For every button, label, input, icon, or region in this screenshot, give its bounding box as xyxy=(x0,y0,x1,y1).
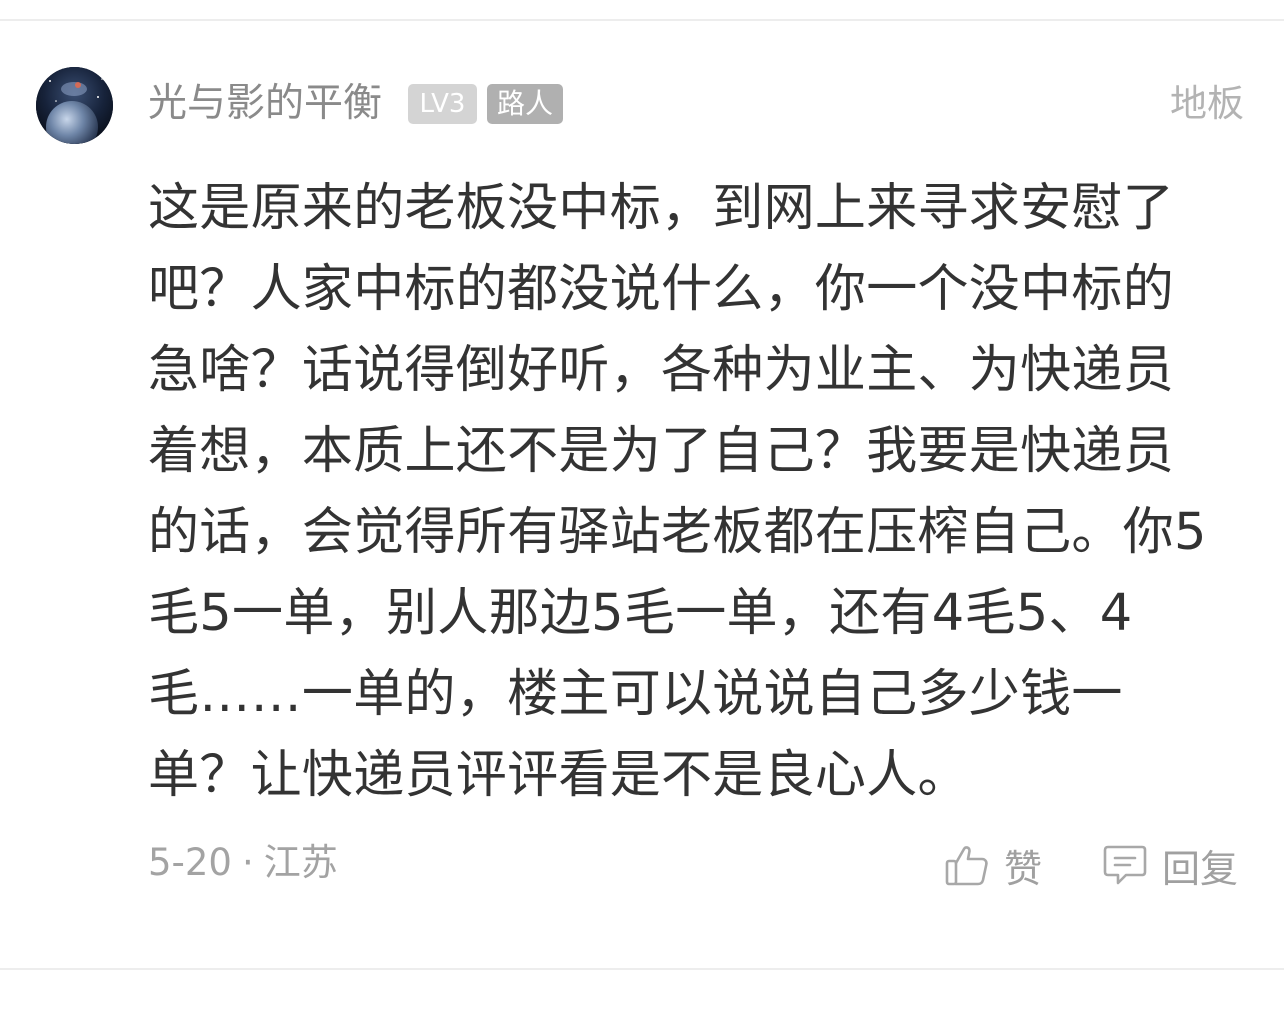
reply-button[interactable]: 回复 xyxy=(1102,838,1238,892)
like-button[interactable]: 赞 xyxy=(944,838,1042,892)
username[interactable]: 光与影的平衡 xyxy=(148,78,382,130)
comment-meta: 5-20 · 江苏 xyxy=(148,838,338,888)
bottom-divider xyxy=(0,968,1284,970)
space-planet-avatar-icon xyxy=(36,67,113,144)
meta-separator: · xyxy=(241,841,254,884)
user-level-badge: LV3 xyxy=(408,84,477,124)
comment-date: 5-20 xyxy=(148,841,232,884)
reply-label: 回复 xyxy=(1162,846,1239,891)
thumbs-up-icon xyxy=(944,842,990,888)
top-divider xyxy=(0,19,1284,21)
floor-label: 地板 xyxy=(1170,82,1244,125)
user-avatar[interactable] xyxy=(36,67,113,144)
comment-bubble-icon xyxy=(1102,842,1148,888)
comment-text: 这是原来的老板没中标，到网上来寻求安慰了吧？人家中标的都没说什么，你一个没中标的… xyxy=(148,179,1207,805)
like-label: 赞 xyxy=(1004,846,1043,891)
user-role-badge: 路人 xyxy=(487,84,563,124)
comment-location: 江苏 xyxy=(263,841,338,884)
